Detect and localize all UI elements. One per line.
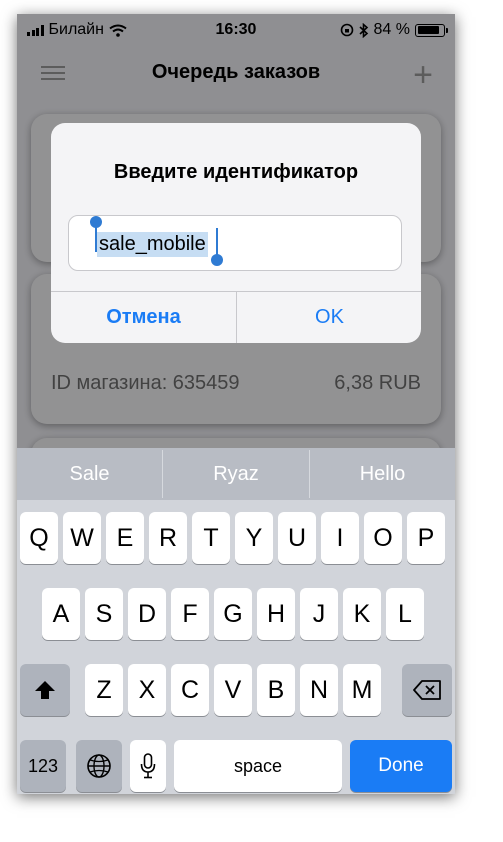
key-u[interactable]: U (278, 512, 316, 564)
key-h[interactable]: H (257, 588, 295, 640)
dictation-key[interactable] (130, 740, 166, 792)
key-m[interactable]: M (343, 664, 381, 716)
suggestion-item[interactable]: Ryaz (163, 448, 309, 500)
suggestion-item[interactable]: Hello (310, 448, 455, 500)
globe-icon (87, 754, 111, 778)
cancel-button[interactable]: Отмена (51, 291, 236, 343)
key-d[interactable]: D (128, 588, 166, 640)
key-n[interactable]: N (300, 664, 338, 716)
selection-end-handle[interactable] (211, 228, 223, 266)
key-o[interactable]: O (364, 512, 402, 564)
key-r[interactable]: R (149, 512, 187, 564)
key-q[interactable]: Q (20, 512, 58, 564)
input-value: sale_mobile (97, 232, 208, 257)
key-g[interactable]: G (214, 588, 252, 640)
key-s[interactable]: S (85, 588, 123, 640)
suggestion-item[interactable]: Sale (17, 448, 162, 500)
key-v[interactable]: V (214, 664, 252, 716)
numbers-key[interactable]: 123 (20, 740, 66, 792)
done-key[interactable]: Done (350, 740, 452, 792)
space-key[interactable]: space (174, 740, 342, 792)
key-t[interactable]: T (192, 512, 230, 564)
suggestion-bar: Sale Ryaz Hello (17, 448, 455, 500)
phone-screen: Билайн 16:30 84 % Очередь заказов + ID м… (17, 14, 455, 794)
shift-key[interactable] (20, 664, 70, 716)
key-k[interactable]: K (343, 588, 381, 640)
microphone-icon (140, 753, 156, 779)
identifier-dialog: Введите идентификатор sale_mobile Отмена… (51, 123, 421, 343)
selection-start-handle[interactable] (90, 216, 102, 252)
keyboard: Sale Ryaz Hello Q W E R T Y U I O P A S … (17, 448, 455, 794)
key-a[interactable]: A (42, 588, 80, 640)
identifier-input[interactable]: sale_mobile (68, 215, 402, 271)
key-z[interactable]: Z (85, 664, 123, 716)
globe-key[interactable] (76, 740, 122, 792)
backspace-key[interactable] (402, 664, 452, 716)
key-c[interactable]: C (171, 664, 209, 716)
backspace-icon (413, 680, 441, 700)
shift-icon (35, 681, 55, 699)
key-p[interactable]: P (407, 512, 445, 564)
key-b[interactable]: B (257, 664, 295, 716)
key-l[interactable]: L (386, 588, 424, 640)
ok-button[interactable]: OK (237, 291, 421, 343)
key-y[interactable]: Y (235, 512, 273, 564)
key-e[interactable]: E (106, 512, 144, 564)
key-i[interactable]: I (321, 512, 359, 564)
key-x[interactable]: X (128, 664, 166, 716)
dialog-title: Введите идентификатор (113, 161, 359, 183)
key-f[interactable]: F (171, 588, 209, 640)
key-j[interactable]: J (300, 588, 338, 640)
key-w[interactable]: W (63, 512, 101, 564)
